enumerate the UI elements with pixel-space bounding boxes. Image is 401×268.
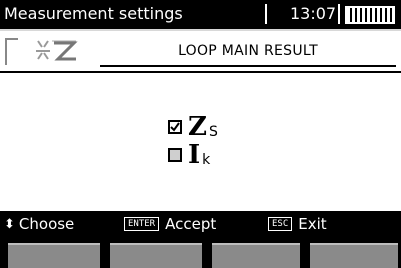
- softkey-3[interactable]: [212, 243, 300, 268]
- status-title: Measurement settings: [4, 4, 183, 23]
- accept-label: Accept: [165, 215, 217, 233]
- footer-hints: ⬍ Choose ENTER Accept ESC Exit: [0, 211, 401, 237]
- clock: 13:07: [290, 4, 337, 23]
- choose-label: Choose: [18, 215, 75, 233]
- softkey-4[interactable]: [310, 243, 398, 268]
- zs-symbol: Z S: [188, 112, 218, 142]
- zs-loop-icon: [4, 35, 94, 67]
- symbol-main: I: [188, 140, 201, 170]
- checkbox-ik[interactable]: [168, 148, 182, 162]
- symbol-sub: S: [208, 124, 218, 140]
- hint-accept: ENTER Accept: [124, 215, 216, 233]
- ik-symbol: I k: [188, 140, 211, 170]
- option-zs[interactable]: Z S: [168, 112, 218, 142]
- esc-key-icon: ESC: [268, 217, 293, 231]
- hint-choose: ⬍ Choose: [4, 215, 74, 233]
- enter-key-icon: ENTER: [124, 217, 160, 231]
- checkbox-zs[interactable]: [168, 120, 182, 134]
- symbol-sub: k: [202, 152, 211, 168]
- symbol-main: Z: [188, 112, 207, 142]
- check-icon: [170, 122, 180, 132]
- softkey-1[interactable]: [8, 243, 100, 268]
- header: LOOP MAIN RESULT: [0, 31, 401, 71]
- option-ik[interactable]: I k: [168, 140, 211, 170]
- softkey-bar: [0, 239, 401, 268]
- hint-exit: ESC Exit: [268, 215, 327, 233]
- status-divider: [265, 4, 267, 24]
- status-bar: Measurement settings 13:07: [0, 0, 401, 31]
- exit-label: Exit: [298, 215, 327, 233]
- screen: Measurement settings 13:07 LOOP MAIN RES…: [0, 0, 401, 268]
- options-panel: Z S I k: [0, 71, 401, 211]
- up-down-icon: ⬍: [4, 216, 15, 232]
- status-divider: [338, 4, 340, 24]
- page-title: LOOP MAIN RESULT: [100, 37, 396, 67]
- softkey-2[interactable]: [110, 243, 202, 268]
- battery-icon: [345, 6, 395, 24]
